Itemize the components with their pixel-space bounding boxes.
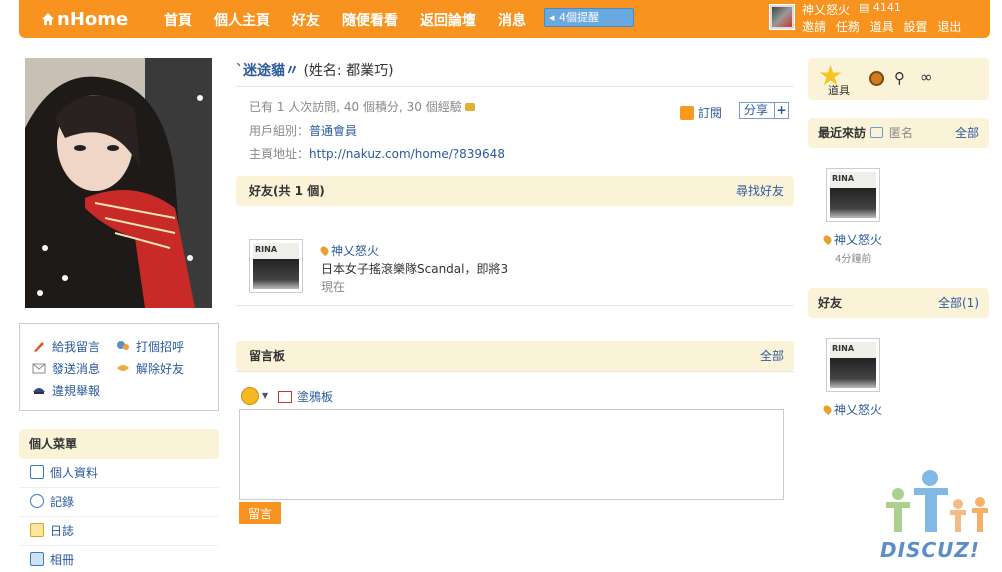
location-pin-icon: [318, 244, 331, 257]
tools-label[interactable]: 道具: [828, 82, 850, 98]
link-items[interactable]: 道具: [870, 20, 894, 34]
post-message-button[interactable]: 留言: [239, 502, 281, 524]
plus-icon: +: [774, 103, 788, 118]
guestbook-all-link[interactable]: 全部: [760, 341, 784, 371]
nav-friends[interactable]: 好友: [292, 10, 320, 30]
friends-sidebar-heading: 好友 全部(1): [808, 288, 989, 318]
chevron-down-icon[interactable]: ▼: [262, 391, 268, 400]
nav-browse[interactable]: 隨便看看: [342, 10, 398, 30]
discuz-watermark: DISCUZ!: [878, 470, 1000, 570]
friends-section-heading: 好友(共 1 個) 尋找好友: [236, 176, 794, 206]
speech-bubble-icon: [30, 494, 44, 508]
divider: [236, 371, 794, 372]
user-name[interactable]: 神乂怒火: [802, 1, 850, 18]
magnifier-icon[interactable]: ⚲: [894, 69, 905, 87]
anonymous-icon: [870, 127, 884, 138]
discuz-logo-text: DISCUZ!: [880, 538, 980, 562]
menu-item-blog[interactable]: 日誌: [19, 517, 219, 546]
divider: [236, 305, 794, 306]
user-group-value[interactable]: 普通會員: [309, 124, 357, 138]
nickname[interactable]: `迷途貓〃: [236, 63, 299, 79]
sidebar-friend-name[interactable]: 神乂怒火: [821, 401, 882, 418]
reminder-badge[interactable]: ◂ 4個提醒: [544, 8, 634, 27]
nav-messages[interactable]: 消息: [498, 10, 526, 30]
photo-icon: [30, 552, 44, 566]
subscribe-link[interactable]: 訂閱: [680, 104, 722, 121]
coin-icon: [464, 103, 475, 111]
link-invite[interactable]: 邀請: [802, 20, 826, 34]
remove-friend-button[interactable]: 解除好友: [116, 360, 184, 377]
profile-name: `迷途貓〃 (姓名: 都業巧): [236, 60, 394, 80]
user-avatar[interactable]: [769, 4, 795, 30]
visit-time: 4分鐘前: [835, 254, 872, 265]
rss-icon: [680, 106, 694, 120]
anonymous-link[interactable]: 匿名: [889, 126, 913, 140]
menu-item-album[interactable]: 相冊: [19, 546, 219, 572]
coin-icon: ▤: [859, 1, 870, 14]
id-card-icon: [30, 465, 44, 479]
profile-photo: [25, 58, 212, 308]
visitor-name[interactable]: 神乂怒火: [821, 231, 882, 248]
menu-item-profile[interactable]: 個人資料: [19, 459, 219, 488]
envelope-icon: [32, 362, 46, 374]
notebook-icon: [30, 523, 44, 537]
divider: [236, 86, 794, 87]
graffiti-board-button[interactable]: 塗鴉板: [278, 388, 333, 405]
link-logout[interactable]: 退出: [937, 20, 961, 34]
notification-icon: ◂: [549, 11, 555, 24]
report-button[interactable]: 違規舉報: [32, 382, 100, 399]
visitor-avatar[interactable]: [826, 168, 880, 222]
message-textarea[interactable]: [239, 409, 784, 500]
share-button[interactable]: 分享 +: [739, 102, 789, 119]
site-logo[interactable]: nHome: [41, 9, 128, 30]
drawing-board-icon: [278, 391, 292, 403]
profile-actions: 給我留言 打個招呼 發送消息 解除好友 違規舉報: [19, 323, 219, 411]
leave-message-button[interactable]: 給我留言: [32, 338, 100, 355]
nav-profile[interactable]: 個人主頁: [214, 10, 270, 30]
user-credits: ▤ 4141: [859, 1, 901, 14]
friends-all-link[interactable]: 全部(1): [938, 288, 979, 318]
profile-stats: 已有 1 人次訪問, 40 個積分, 30 個經驗: [249, 98, 475, 115]
friend-time: 現在: [321, 280, 346, 294]
menu-item-records[interactable]: 記錄: [19, 488, 219, 517]
link-settings[interactable]: 設置: [904, 20, 928, 34]
homepage-address: 主頁地址：http://nakuz.com/home/?839648: [249, 147, 505, 161]
pencil-icon: [32, 340, 46, 352]
recent-all-link[interactable]: 全部: [955, 118, 979, 148]
recent-visitors-heading: 最近來訪 匿名 全部: [808, 118, 989, 148]
main-nav: 首頁 個人主頁 好友 隨便看看 返回論壇 消息: [164, 10, 548, 30]
nav-home[interactable]: 首頁: [164, 10, 192, 30]
medal-icon[interactable]: [869, 71, 884, 86]
user-group: 用戶組別：普通會員: [249, 124, 358, 138]
friend-name[interactable]: 神乂怒火: [318, 242, 379, 259]
nav-forum[interactable]: 返回論壇: [420, 10, 476, 30]
real-name: (姓名: 都業巧): [303, 63, 394, 79]
home-icon: [41, 10, 55, 25]
greet-icon: [116, 340, 130, 352]
police-hat-icon: [32, 384, 46, 396]
sidebar-friend-avatar[interactable]: [826, 338, 880, 392]
link-tasks[interactable]: 任務: [836, 20, 860, 34]
send-message-button[interactable]: 發送消息: [32, 360, 100, 377]
friend-avatar[interactable]: [249, 239, 303, 293]
tools-panel: ★ 道具 ⚲ ∞: [808, 58, 989, 100]
infinity-icon[interactable]: ∞: [920, 68, 933, 86]
emoticon-icon[interactable]: [241, 387, 259, 405]
handshake-icon: [116, 362, 130, 374]
say-hello-button[interactable]: 打個招呼: [116, 338, 184, 355]
location-pin-icon: [821, 403, 834, 416]
personal-menu-heading: 個人菜單: [19, 429, 219, 459]
guestbook-heading: 留言板 全部: [236, 341, 794, 371]
top-navigation-bar: nHome 首頁 個人主頁 好友 隨便看看 返回論壇 消息 ◂ 4個提醒 神乂怒火…: [19, 0, 990, 38]
friend-status: 日本女子搖滾樂隊Scandal，即將3: [321, 262, 509, 276]
location-pin-icon: [821, 233, 834, 246]
find-friends-link[interactable]: 尋找好友: [736, 176, 784, 206]
homepage-url[interactable]: http://nakuz.com/home/?839648: [309, 147, 505, 161]
user-links: 邀請 任務 道具 設置 退出: [802, 18, 967, 35]
